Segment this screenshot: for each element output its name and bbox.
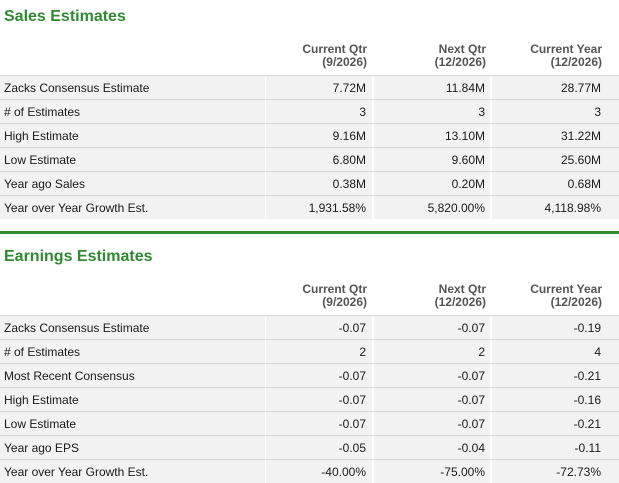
row-label: Most Recent Consensus — [4, 369, 135, 383]
table-row: High Estimate -0.07 -0.07 -0.16 — [0, 387, 619, 411]
earnings-estimates-title: Earnings Estimates — [4, 248, 153, 265]
row-label: Zacks Consensus Estimate — [4, 321, 150, 335]
table-row: High Estimate 9.16M 13.10M 31.22M — [0, 123, 619, 147]
cell-current-year: 28.77M — [560, 81, 601, 95]
cell-current-year: 4 — [594, 345, 601, 359]
table-row: Year over Year Growth Est. -40.00% -75.0… — [0, 459, 619, 483]
cell-current-year: 3 — [594, 105, 601, 119]
cell-current-year: 31.22M — [560, 129, 601, 143]
cell-current-year: 4,118.98% — [544, 201, 602, 215]
cell-current-year: 0.68M — [567, 177, 601, 191]
earnings-header-current-year: Current Year (12/2026) — [462, 283, 602, 309]
row-label: Year ago Sales — [4, 177, 85, 191]
header-line2: (12/2026) — [550, 55, 602, 69]
table-row: Most Recent Consensus -0.07 -0.07 -0.21 — [0, 363, 619, 387]
estimates-page: Sales Estimates Current Qtr (9/2026) Nex… — [0, 0, 619, 483]
table-row: Low Estimate -0.07 -0.07 -0.21 — [0, 411, 619, 435]
row-label: Year over Year Growth Est. — [4, 201, 149, 215]
row-label: High Estimate — [4, 393, 79, 407]
cell-current-year: -0.19 — [573, 321, 601, 335]
table-row: Year ago EPS -0.05 -0.04 -0.11 — [0, 435, 619, 459]
row-label: # of Estimates — [4, 345, 81, 359]
cell-current-year: -0.21 — [573, 369, 601, 383]
earnings-table: Zacks Consensus Estimate -0.07 -0.07 -0.… — [0, 315, 619, 483]
cell-current-year: 25.60M — [560, 153, 601, 167]
sales-header-current-year: Current Year (12/2026) — [462, 43, 602, 69]
cell-current-year: -72.73% — [556, 465, 601, 479]
table-row: Year ago Sales 0.38M 0.20M 0.68M — [0, 171, 619, 195]
row-label: Year ago EPS — [4, 441, 79, 455]
table-row: # of Estimates 2 2 4 — [0, 339, 619, 363]
sales-table: Zacks Consensus Estimate 7.72M 11.84M 28… — [0, 75, 619, 219]
row-label: Year over Year Growth Est. — [4, 465, 149, 479]
row-label: Zacks Consensus Estimate — [4, 81, 150, 95]
row-label: High Estimate — [4, 129, 79, 143]
row-label: # of Estimates — [4, 105, 81, 119]
table-row: Zacks Consensus Estimate 7.72M 11.84M 28… — [0, 75, 619, 99]
table-row: # of Estimates 3 3 3 — [0, 99, 619, 123]
sales-estimates-title: Sales Estimates — [4, 8, 126, 25]
header-line2: (12/2026) — [550, 295, 602, 309]
row-label: Low Estimate — [4, 417, 77, 431]
table-row: Zacks Consensus Estimate -0.07 -0.07 -0.… — [0, 315, 619, 339]
sales-estimates-section: Sales Estimates Current Qtr (9/2026) Nex… — [0, 0, 619, 229]
table-row: Low Estimate 6.80M 9.60M 25.60M — [0, 147, 619, 171]
earnings-estimates-section: Earnings Estimates Current Qtr (9/2026) … — [0, 234, 619, 483]
cell-current-year: -0.21 — [573, 417, 601, 431]
row-label: Low Estimate — [4, 153, 77, 167]
cell-current-year: -0.11 — [574, 441, 601, 455]
cell-current-year: -0.16 — [573, 393, 601, 407]
table-row: Year over Year Growth Est. 1,931.58% 5,8… — [0, 195, 619, 219]
